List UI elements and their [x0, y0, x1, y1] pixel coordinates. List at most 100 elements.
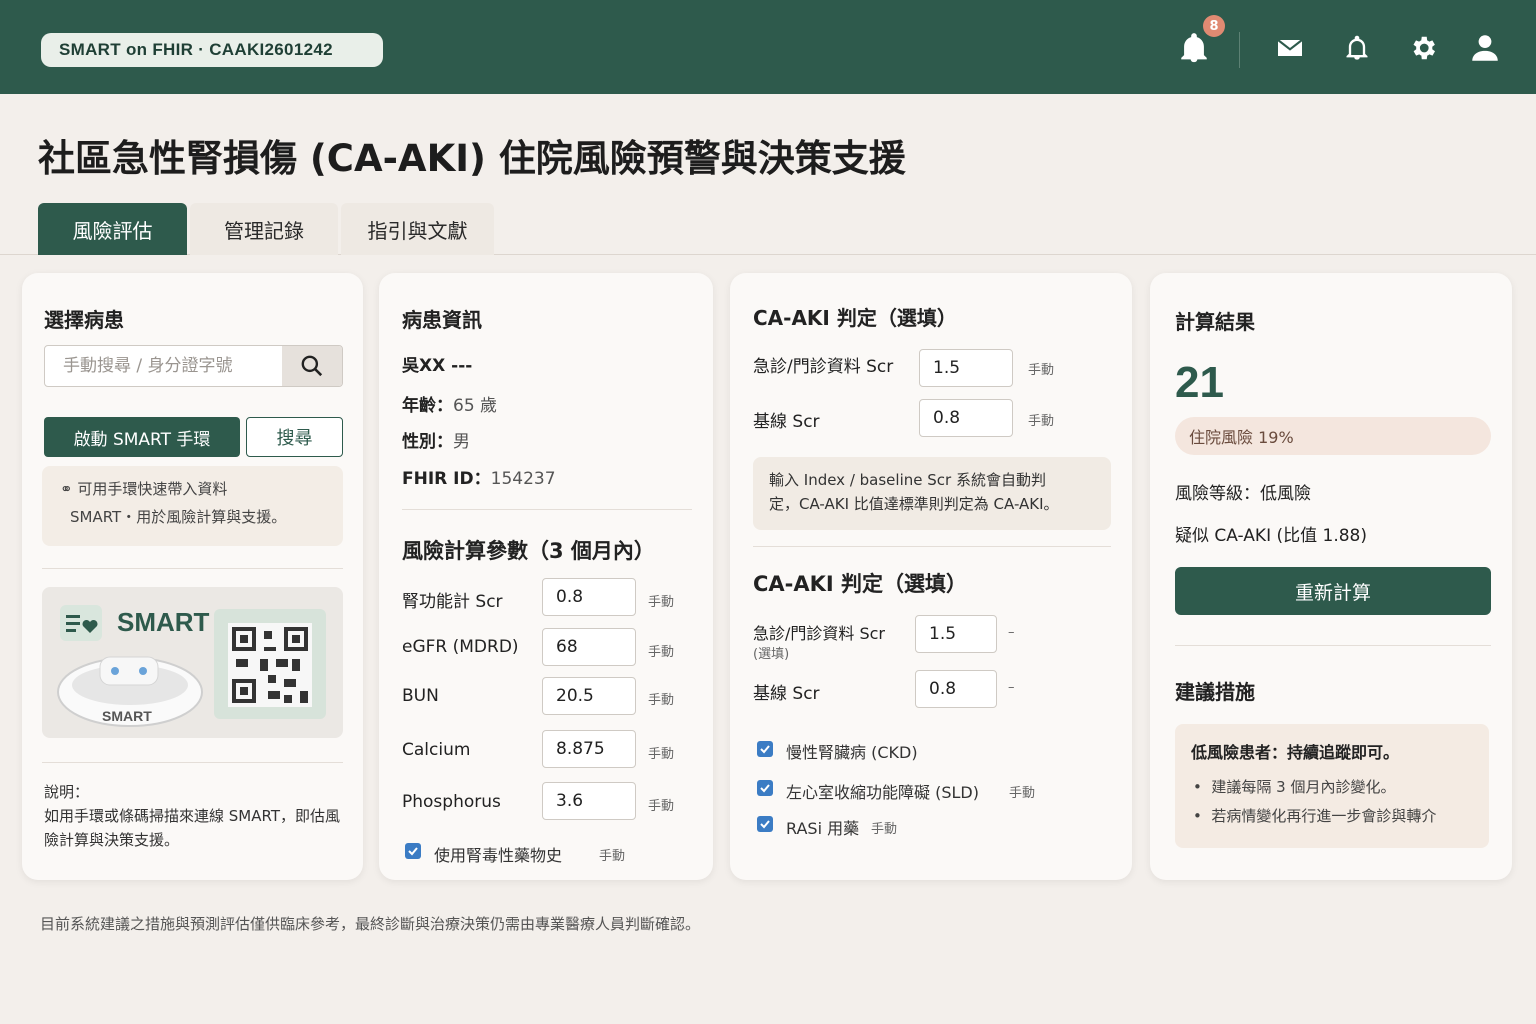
fhir-value: 154237	[490, 469, 556, 489]
notification-badge: 8	[1203, 15, 1225, 37]
caaki-ratio: 疑似 CA-AKI (比值 1.88)	[1175, 526, 1368, 546]
param-field-bun[interactable]: 20.5	[542, 677, 636, 715]
base-scr-label: 基線 Scr	[753, 412, 820, 432]
rasi-checkbox[interactable]	[757, 816, 773, 832]
param-field-egfr[interactable]: 68	[542, 628, 636, 666]
smart-band-button[interactable]: 啟動 SMART 手環	[44, 417, 240, 457]
smart-note-title: 說明：	[44, 783, 90, 801]
recommendation-item-text: 建議每隔 3 個月內診變化。	[1211, 778, 1396, 796]
check-icon	[760, 784, 770, 793]
tab-bar: 風險評估 管理記錄 指引與文獻	[0, 203, 1536, 255]
patient-info-card: 病患資訊 吳XX --- 年齡：65 歲 性別：男 FHIR ID：154237…	[379, 273, 713, 880]
patient-age: 年齡：65 歲	[402, 391, 497, 416]
smart-note-body: 如用手環或條碼掃描來連線 SMART，即估風險計算與決策支援。	[44, 807, 340, 849]
base2-scr-tag: –	[1008, 680, 1015, 695]
ckd-label: 慢性腎臟病 (CKD)	[786, 743, 918, 762]
search-box	[44, 345, 343, 387]
patient-name: 吳XX ---	[402, 356, 473, 376]
param-field-phosphorus[interactable]: 3.6	[542, 782, 636, 820]
param-label-scr: 腎功能計 Scr	[402, 592, 503, 612]
recommendation-item: • 建議每隔 3 個月內診變化。	[1193, 778, 1396, 796]
result-title: 計算結果	[1175, 310, 1255, 334]
top-divider	[1239, 32, 1240, 68]
smart-info-line1: ⚭ 可用手環快速帶入資料	[60, 480, 228, 498]
recommendation-head: 低風險患者：持續追蹤即可。	[1191, 743, 1400, 762]
risk-score: 21	[1175, 358, 1224, 407]
patient-fhir-id: FHIR ID：154237	[402, 464, 556, 489]
caaki-hint-line1: 輸入 Index / baseline Scr 系統會自動判	[769, 471, 1046, 489]
rasi-label: RASi 用藥	[786, 819, 860, 838]
search-input[interactable]	[45, 346, 283, 386]
param-tag-scr: 手動	[648, 595, 675, 610]
user-icon[interactable]	[1467, 30, 1503, 66]
er2-scr-field[interactable]: 1.5	[915, 615, 997, 653]
caaki-judgement-card: CA-AKI 判定（選填） 急診/門診資料 Scr 1.5 手動 基線 Scr …	[730, 273, 1132, 880]
search-icon[interactable]	[282, 346, 342, 386]
smart-note: 說明： 如用手環或條碼掃描來連線 SMART，即估風險計算與決策支援。	[44, 780, 344, 852]
param-tag-bun: 手動	[648, 693, 675, 708]
base2-scr-field[interactable]: 0.8	[915, 670, 997, 708]
patient-select-card: 選擇病患 啟動 SMART 手環 搜尋 ⚭ 可用手環快速帶入資料 SMART・用…	[22, 273, 363, 880]
heart-card-icon	[60, 605, 102, 641]
recalculate-button[interactable]: 重新計算	[1175, 567, 1491, 615]
er-scr-label: 急診/門診資料 Scr	[753, 357, 894, 377]
nephrotoxic-checkbox[interactable]	[405, 843, 421, 859]
disclaimer: 目前系統建議之措施與預測評估僅供臨床參考，最終診斷與治療決策仍需由專業醫療人員判…	[40, 915, 701, 933]
sld-label: 左心室收縮功能障礙 (SLD)	[786, 783, 979, 802]
recommendation-item-text: 若病情變化再行進一步會診與轉介	[1211, 807, 1437, 825]
mail-icon[interactable]	[1272, 30, 1308, 66]
age-label: 年齡：	[402, 396, 453, 416]
smart-band-illustration: SMART SMART	[42, 587, 343, 738]
recommendation-item: • 若病情變化再行進一步會診與轉介	[1193, 807, 1437, 825]
patient-select-title: 選擇病患	[44, 308, 124, 332]
ckd-checkbox[interactable]	[757, 741, 773, 757]
param-field-calcium[interactable]: 8.875	[542, 730, 636, 768]
nephrotoxic-tag: 手動	[599, 849, 626, 864]
app-context-label: SMART on FHIR · CAAKI2601242	[41, 33, 383, 67]
sld-tag: 手動	[1009, 786, 1036, 801]
er-scr-field[interactable]: 1.5	[919, 349, 1013, 387]
smart-info-line2: SMART・用於風險計算與支援。	[70, 508, 287, 526]
param-label-phosphorus: Phosphorus	[402, 792, 501, 812]
tab-risk-assessment[interactable]: 風險評估	[38, 203, 187, 255]
divider	[42, 762, 343, 763]
param-label-calcium: Calcium	[402, 740, 471, 760]
search-button[interactable]: 搜尋	[246, 417, 343, 457]
er-scr-tag: 手動	[1028, 363, 1055, 378]
page-title: 社區急性腎損傷 (CA-AKI) 住院風險預警與決策支援	[38, 137, 906, 180]
param-tag-egfr: 手動	[648, 645, 675, 660]
bell-icon[interactable]	[1339, 30, 1375, 66]
risk-level: 風險等級：低風險	[1175, 484, 1311, 504]
base-scr-field[interactable]: 0.8	[919, 399, 1013, 437]
recommendation-box: 低風險患者：持續追蹤即可。 • 建議每隔 3 個月內診變化。 • 若病情變化再行…	[1175, 724, 1489, 848]
param-field-scr[interactable]: 0.8	[542, 578, 636, 616]
caaki-hint-line2: 定，CA-AKI 比值達標準則判定為 CA-AKI。	[769, 495, 1059, 513]
age-value: 65 歲	[453, 396, 498, 416]
tab-management-records[interactable]: 管理記錄	[190, 203, 338, 255]
er2-scr-label: 急診/門診資料 Scr	[753, 624, 886, 643]
param-label-egfr: eGFR (MDRD)	[402, 637, 519, 657]
result-card: 計算結果 21 住院風險 19% 風險等級：低風險 疑似 CA-AKI (比值 …	[1150, 273, 1512, 880]
bell-alert-icon[interactable]	[1176, 30, 1212, 66]
er2-scr-sub: (選填)	[753, 647, 790, 662]
hospitalization-risk-pill: 住院風險 19%	[1175, 417, 1491, 455]
gear-icon[interactable]	[1405, 30, 1441, 66]
smart-brand-text: SMART	[117, 607, 210, 637]
divider	[1175, 645, 1491, 646]
divider	[42, 568, 343, 569]
caaki-hint-box: 輸入 Index / baseline Scr 系統會自動判 定，CA-AKI …	[753, 457, 1111, 530]
rasi-tag: 手動	[871, 822, 898, 837]
check-icon	[408, 847, 418, 856]
wristband-label: SMART	[102, 708, 152, 724]
check-icon	[760, 745, 770, 754]
nephrotoxic-label: 使用腎毒性藥物史	[434, 846, 563, 865]
caaki-title-1: CA-AKI 判定（選填）	[753, 306, 957, 330]
smart-info-box: ⚭ 可用手環快速帶入資料 SMART・用於風險計算與支援。	[42, 466, 343, 546]
sex-value: 男	[453, 432, 470, 452]
base2-scr-label: 基線 Scr	[753, 684, 820, 704]
sld-checkbox[interactable]	[757, 780, 773, 796]
param-label-bun: BUN	[402, 686, 439, 706]
tab-guidelines[interactable]: 指引與文獻	[341, 203, 494, 255]
patient-info-title: 病患資訊	[402, 308, 482, 332]
qr-code-icon	[228, 623, 312, 707]
